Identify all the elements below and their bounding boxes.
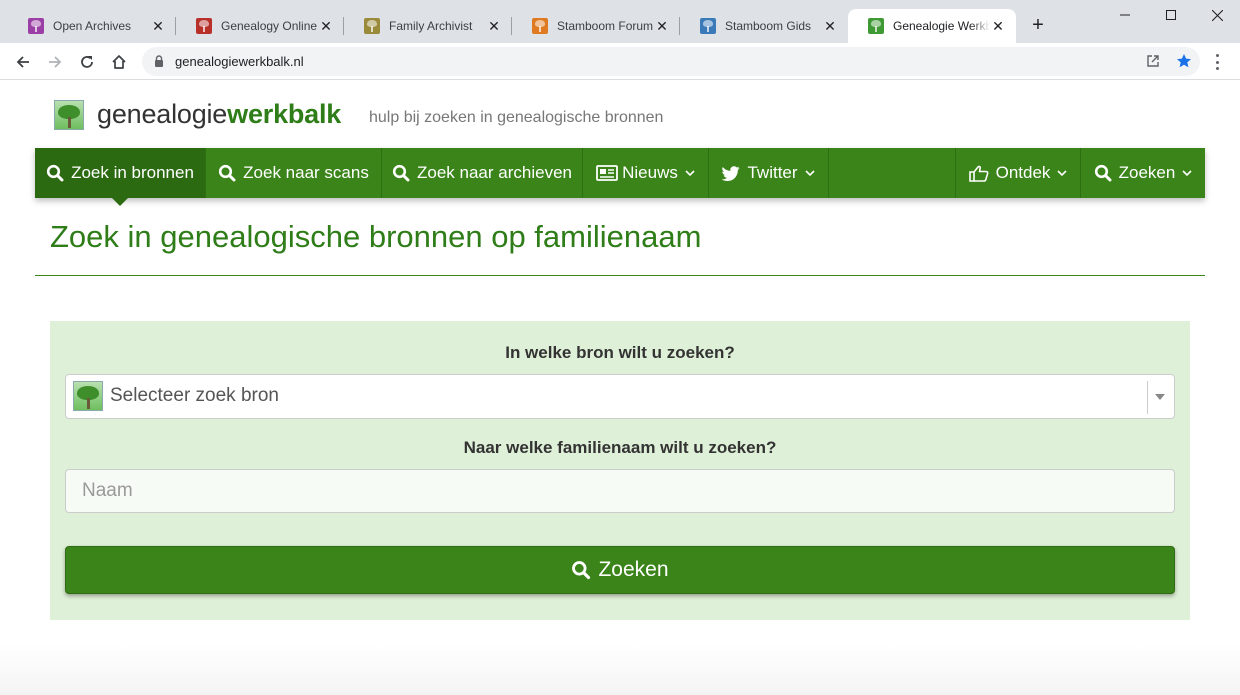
brand-plain: genealogie (97, 99, 228, 129)
close-tab-icon[interactable]: ✕ (990, 18, 1006, 35)
open-archives-favicon-icon (28, 18, 44, 34)
tab-title: Stamboom Forum (557, 19, 654, 33)
thumbs-up-icon (968, 165, 989, 182)
tab-genealogy-online[interactable]: Genealogy Online ✕ (176, 9, 344, 43)
maximize-button[interactable] (1148, 0, 1194, 30)
tab-title: Genealogie Werkbalk (893, 19, 990, 33)
back-button[interactable] (11, 50, 35, 74)
search-icon (219, 164, 236, 182)
select-divider (1147, 381, 1148, 414)
source-select-placeholder: Selecteer zoek bron (110, 385, 279, 406)
brand-bold: werkbalk (227, 99, 342, 129)
nav-zoeken[interactable]: Zoeken (1080, 148, 1205, 198)
forward-button[interactable] (43, 50, 67, 74)
nav-zoek-naar-archieven[interactable]: Zoek naar archieven (382, 148, 583, 198)
stamboom-forum-favicon-icon (532, 18, 548, 34)
family-archivist-favicon-icon (364, 18, 380, 34)
minimize-button[interactable] (1102, 0, 1148, 30)
nav-twitter[interactable]: Twitter (709, 148, 829, 198)
new-tab-button[interactable]: + (1027, 14, 1049, 36)
bookmark-star-icon[interactable] (1176, 53, 1192, 69)
close-window-button[interactable] (1194, 0, 1240, 30)
source-select[interactable]: Selecteer zoek bron (65, 374, 1175, 419)
browser-toolbar: genealogiewerkbalk.nl (0, 43, 1240, 80)
genealogie-werkbalk-favicon-icon (868, 18, 884, 34)
search-icon (572, 561, 591, 580)
reload-icon (81, 56, 93, 68)
close-tab-icon[interactable]: ✕ (654, 18, 670, 35)
open-in-new-icon[interactable] (1146, 54, 1160, 68)
chevron-down-icon (1057, 169, 1067, 176)
submit-label: Zoeken (598, 558, 669, 581)
tab-strip: Open Archives ✕ Genealogy Online ✕ Famil… (0, 0, 1240, 43)
title-divider (35, 275, 1205, 276)
close-tab-icon[interactable]: ✕ (318, 18, 334, 35)
address-bar[interactable]: genealogiewerkbalk.nl (142, 47, 1200, 76)
site-tagline: hulp bij zoeken in genealogische bronnen (369, 109, 664, 126)
tree-icon (73, 381, 103, 411)
maximize-icon (1166, 10, 1176, 20)
nav-label: Ontdek (995, 163, 1051, 182)
source-label: In welke bron wilt u zoeken? (505, 343, 735, 362)
search-icon (46, 164, 64, 182)
search-submit-button[interactable]: Zoeken (65, 546, 1175, 594)
main-nav: Zoek in bronnen Zoek naar scans Zoek naa… (35, 148, 1205, 206)
nav-label: Twitter (747, 163, 798, 182)
surname-input[interactable] (65, 469, 1175, 513)
nav-label: Zoek in bronnen (71, 163, 194, 182)
stamboom-gids-favicon-icon (700, 18, 716, 34)
newspaper-icon (596, 165, 619, 181)
tab-title: Open Archives (53, 19, 132, 33)
site-brand[interactable]: genealogiewerkbalk (97, 99, 341, 130)
name-label: Naar welke familienaam wilt u zoeken? (463, 438, 777, 457)
nav-label: Zoeken (1118, 163, 1176, 182)
close-tab-icon[interactable]: ✕ (486, 18, 502, 35)
genealogy-online-favicon-icon (196, 18, 212, 34)
nav-zoek-in-bronnen[interactable]: Zoek in bronnen (35, 148, 206, 206)
search-icon (392, 164, 410, 182)
reload-button[interactable] (75, 50, 99, 74)
url-text: genealogiewerkbalk.nl (175, 54, 304, 69)
chevron-down-icon (685, 169, 695, 176)
tab-title: Family Archivist (389, 19, 473, 33)
nav-ontdek[interactable]: Ontdek (955, 148, 1080, 198)
close-tab-icon[interactable]: ✕ (822, 18, 838, 35)
browser-menu-icon[interactable] (1210, 52, 1224, 72)
tab-title: Stamboom Gids (725, 19, 812, 33)
arrow-left-icon (16, 56, 29, 68)
site-logo-tree-icon[interactable] (54, 100, 84, 130)
page-title: Zoek in genealogische bronnen op familie… (50, 219, 702, 254)
nav-zoek-naar-scans[interactable]: Zoek naar scans (206, 148, 382, 198)
arrow-right-icon (49, 56, 62, 68)
minimize-icon (1120, 14, 1130, 16)
search-icon (1094, 164, 1112, 182)
tab-title: Genealogy Online (221, 19, 318, 33)
close-icon (1211, 9, 1223, 21)
tab-family-archivist[interactable]: Family Archivist ✕ (344, 9, 512, 43)
tab-stamboom-forum[interactable]: Stamboom Forum ✕ (512, 9, 680, 43)
nav-label: Nieuws (622, 163, 678, 182)
lock-icon (155, 55, 163, 67)
page-content: genealogiewerkbalk hulp bij zoeken in ge… (0, 81, 1240, 695)
close-tab-icon[interactable]: ✕ (150, 18, 166, 35)
chevron-down-icon[interactable] (1155, 394, 1165, 400)
nav-nieuws[interactable]: Nieuws (583, 148, 709, 198)
nav-label: Zoek naar archieven (417, 163, 572, 182)
chevron-down-icon (804, 169, 815, 176)
chevron-down-icon (1182, 169, 1192, 176)
tab-stamboom-gids[interactable]: Stamboom Gids ✕ (680, 9, 848, 43)
tab-open-archives[interactable]: Open Archives ✕ (8, 9, 176, 43)
tab-genealogie-werkbalk[interactable]: Genealogie Werkbalk ✕ (848, 9, 1016, 43)
nav-label: Zoek naar scans (243, 163, 369, 182)
search-form-panel: In welke bron wilt u zoeken? Selecteer z… (50, 321, 1190, 620)
home-button[interactable] (107, 50, 131, 74)
twitter-icon (722, 165, 740, 181)
home-icon (112, 55, 126, 69)
